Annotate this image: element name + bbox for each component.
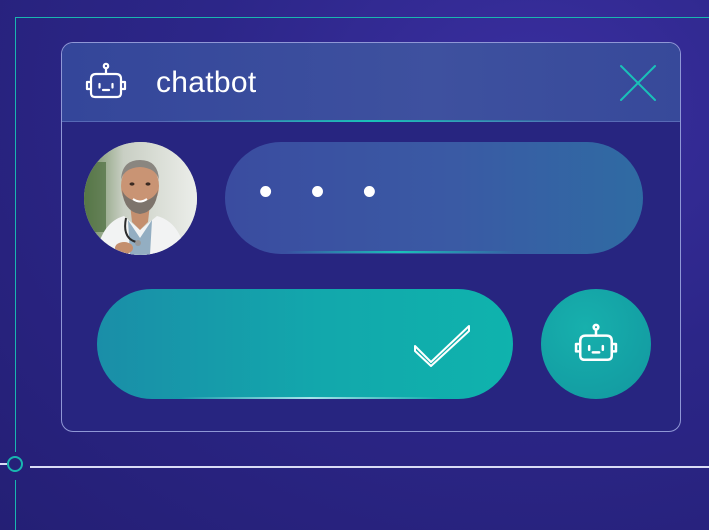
bubble-accent-line [285, 251, 515, 253]
chat-header: chatbot [62, 43, 680, 122]
frame-left-line [15, 17, 16, 452]
frame-left-line-lower [15, 480, 16, 530]
chat-title: chatbot [156, 66, 257, 99]
bot-button[interactable] [541, 289, 651, 399]
robot-icon [85, 62, 127, 99]
robot-icon [574, 323, 618, 362]
confirm-button[interactable] [97, 289, 513, 399]
close-icon[interactable] [618, 63, 658, 103]
avatar [84, 142, 197, 255]
typing-indicator: • • • [259, 171, 391, 213]
confirm-accent-line [180, 397, 440, 399]
frame-node-circle [7, 456, 23, 472]
frame-top-line [15, 17, 709, 18]
typing-bubble: • • • [225, 142, 643, 254]
checkmark-icon [414, 325, 470, 367]
doctor-avatar-image [84, 142, 197, 255]
frame-bottom-line [30, 466, 709, 468]
header-accent-line [162, 120, 582, 122]
frame-node-tail [0, 463, 7, 465]
